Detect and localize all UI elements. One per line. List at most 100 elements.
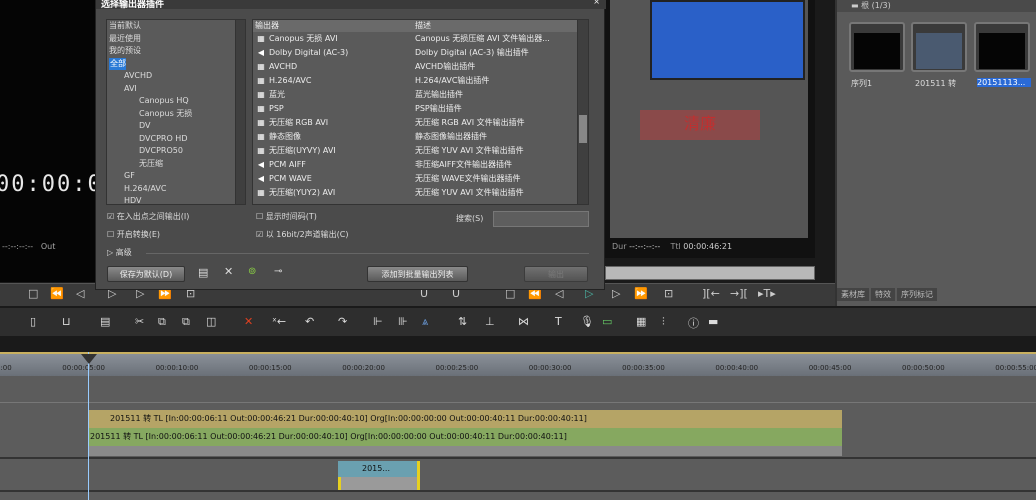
checkbox-16bit[interactable]: ☑ 以 16bit/2声道输出(C) [256,229,349,240]
info-icon[interactable]: ⓘ [688,315,699,331]
cut-icon[interactable]: ✂ [135,315,144,328]
delete-preset-icon[interactable]: ✕ [224,265,233,278]
rec-step-forward-icon[interactable]: ▷ [612,287,620,300]
rec-loop-icon[interactable]: ⊡ [664,287,673,300]
tree-item[interactable]: AVI [107,83,245,96]
list-scrollbar-thumb[interactable] [579,115,587,143]
checkbox-inout-box[interactable]: ☑ [107,212,114,221]
tree-item[interactable]: GF [107,170,245,183]
mixer-icon[interactable]: ⫶ [662,315,665,329]
step-back-icon[interactable]: ◁ [76,287,84,300]
timeline-ruler[interactable]: 00:00:00:00 00:00:05:00 00:00:10:00 00:00:1… [0,352,1036,376]
tree-item[interactable]: 当前默认 [107,20,245,33]
split-icon[interactable]: ▸T▸ [758,287,776,300]
microphone-icon[interactable]: 🎙 [580,315,594,328]
list-row[interactable]: ▦ 蓝光 蓝光输出插件 [253,88,588,102]
list-scrollbar[interactable] [577,20,588,204]
bin-item-label[interactable]: 序列1 [851,78,913,89]
tab-sequence-markers[interactable]: 序列标记 [897,288,937,301]
tree-item[interactable]: DVCPRO50 [107,145,245,158]
timeline[interactable]: 00:00:00:00 00:00:05:00 00:00:10:00 00:00:1… [0,352,1036,500]
list-row[interactable]: ▦ 静态图像 静态图像输出器插件 [253,130,588,144]
bin-item-label[interactable]: 20151113... [977,78,1031,87]
bin-item-thumb[interactable] [974,22,1030,72]
add-to-batch-button[interactable]: 添加到批量输出列表 [367,266,468,282]
tree-item[interactable]: Canopus HQ [107,95,245,108]
bin-item-thumb[interactable] [849,22,905,72]
layout-icon[interactable]: ▬ [708,315,718,328]
copy-icon[interactable]: ⧉ [158,315,166,329]
rewind-icon[interactable]: ⏪ [50,287,64,300]
title-clip-mix[interactable] [338,477,420,490]
set-in-icon[interactable]: ⊩ [373,315,383,328]
render-icon[interactable]: ▭ [602,315,612,328]
tree-item[interactable]: H.264/AVC [107,183,245,196]
save-preset-icon[interactable]: ▤ [198,266,208,279]
list-row[interactable]: ▦ 无压缩(YUY2) AVI 无压缩 YUV AVI 文件输出插件 [253,186,588,200]
tree-item[interactable]: Canopus 无损 [107,108,245,121]
tree-item[interactable]: 我的预设 [107,45,245,58]
title-icon[interactable]: T [555,315,562,328]
list-row[interactable]: ▦ Canopus 无损 AVI Canopus 无损压缩 AVI 文件输出器... [253,32,588,46]
list-row[interactable]: ▦ 无压缩 RGB AVI 无压缩 RGB AVI 文件输出插件 [253,116,588,130]
rec-fast-forward-icon[interactable]: ⏩ [634,287,648,300]
save-default-button[interactable]: 保存为默认(D) [107,266,185,282]
undo-icon[interactable]: ↶ [305,315,314,328]
link-icon[interactable]: ⊥ [485,315,495,328]
ripple-delete-icon[interactable]: ˣ← [272,315,286,328]
checkbox-timecode[interactable]: ☐ 显示时间码(T) [256,211,317,222]
sync-icon[interactable]: ⇅ [458,315,467,328]
save-icon[interactable]: ▤ [100,315,110,328]
marker-icon[interactable]: ⩓ [422,315,428,329]
list-row[interactable]: ◀ PCM WAVE 无压缩 WAVE文件输出器插件 [253,172,588,186]
transition-icon[interactable]: ⋈ [518,315,529,328]
advanced-expander[interactable]: ▷ 高级 [107,247,132,258]
set-out-icon[interactable]: ⊪ [398,315,408,328]
open-project-icon[interactable]: ⊔ [62,315,71,328]
checkbox-inout[interactable]: ☑ 在入出点之间输出(I) [107,211,189,222]
tree-item[interactable]: 无压缩 [107,158,245,171]
prev-edit-icon[interactable]: ][← [702,287,720,300]
playhead-handle[interactable] [81,354,97,364]
bin-item-thumb[interactable] [911,22,967,72]
checkbox-timecode-box[interactable]: ☐ [256,212,263,221]
tree-item[interactable]: 最近使用 [107,33,245,46]
import-preset-icon[interactable]: ⊚ [248,266,256,277]
new-sequence-icon[interactable]: ▯ [30,315,36,328]
list-row[interactable]: ▦ H.264/AVC H.264/AVC输出插件 [253,74,588,88]
checkbox-16bit-box[interactable]: ☑ [256,230,263,239]
tree-item[interactable]: DV [107,120,245,133]
column-exporter[interactable]: 输出器 [253,20,415,32]
title-clip[interactable]: 2015... [338,461,420,477]
stop-icon[interactable]: □ [28,287,38,300]
checkbox-convert[interactable]: ☐ 开启转换(E) [107,229,160,240]
column-description[interactable]: 描述 [415,20,431,32]
redo-icon[interactable]: ↷ [338,315,347,328]
search-input[interactable] [493,211,589,227]
close-button[interactable]: × [593,0,600,6]
tab-bin[interactable]: 素材库 [837,288,869,301]
export-preset-icon[interactable]: ⊸ [274,266,282,277]
audio-clip[interactable]: 201511 转 TL [In:00:00:06:11 Out:00:00:46… [88,428,842,446]
next-edit-icon[interactable]: →][ [730,287,748,300]
list-row[interactable]: ◀ Dolby Digital (AC-3) Dolby Digital (AC-3… [253,46,588,60]
paste-icon[interactable]: ⧉ [182,315,190,329]
tree-item[interactable]: HDV [107,195,245,204]
playhead-line[interactable] [88,352,89,500]
tree-item[interactable]: 全部 [109,57,126,70]
tree-scrollbar[interactable] [235,20,245,204]
replace-icon[interactable]: ◫ [206,315,216,328]
recorder-position-slider[interactable] [605,266,815,280]
bin-item-label[interactable]: 201511 转 [915,78,977,89]
list-row[interactable]: ◀ PCM AIFF 非压缩AIFF文件输出器插件 [253,158,588,172]
list-row[interactable]: ▦ AVCHD AVCHD输出插件 [253,60,588,74]
grid-icon[interactable]: ▦ [636,315,646,328]
tree-item[interactable]: AVCHD [107,70,245,83]
delete-icon[interactable]: ✕ [244,315,253,328]
list-row[interactable]: ▦ 无压缩(UYVY) AVI 无压缩 YUV AVI 文件输出插件 [253,144,588,158]
tab-effects[interactable]: 特效 [871,288,895,301]
output-button[interactable]: 输出 [524,266,588,282]
video-clip[interactable]: 201511 转 TL [In:00:00:06:11 Out:00:00:46… [88,410,842,428]
list-row[interactable]: ▦ PSP PSP输出插件 [253,102,588,116]
checkbox-convert-box[interactable]: ☐ [107,230,114,239]
